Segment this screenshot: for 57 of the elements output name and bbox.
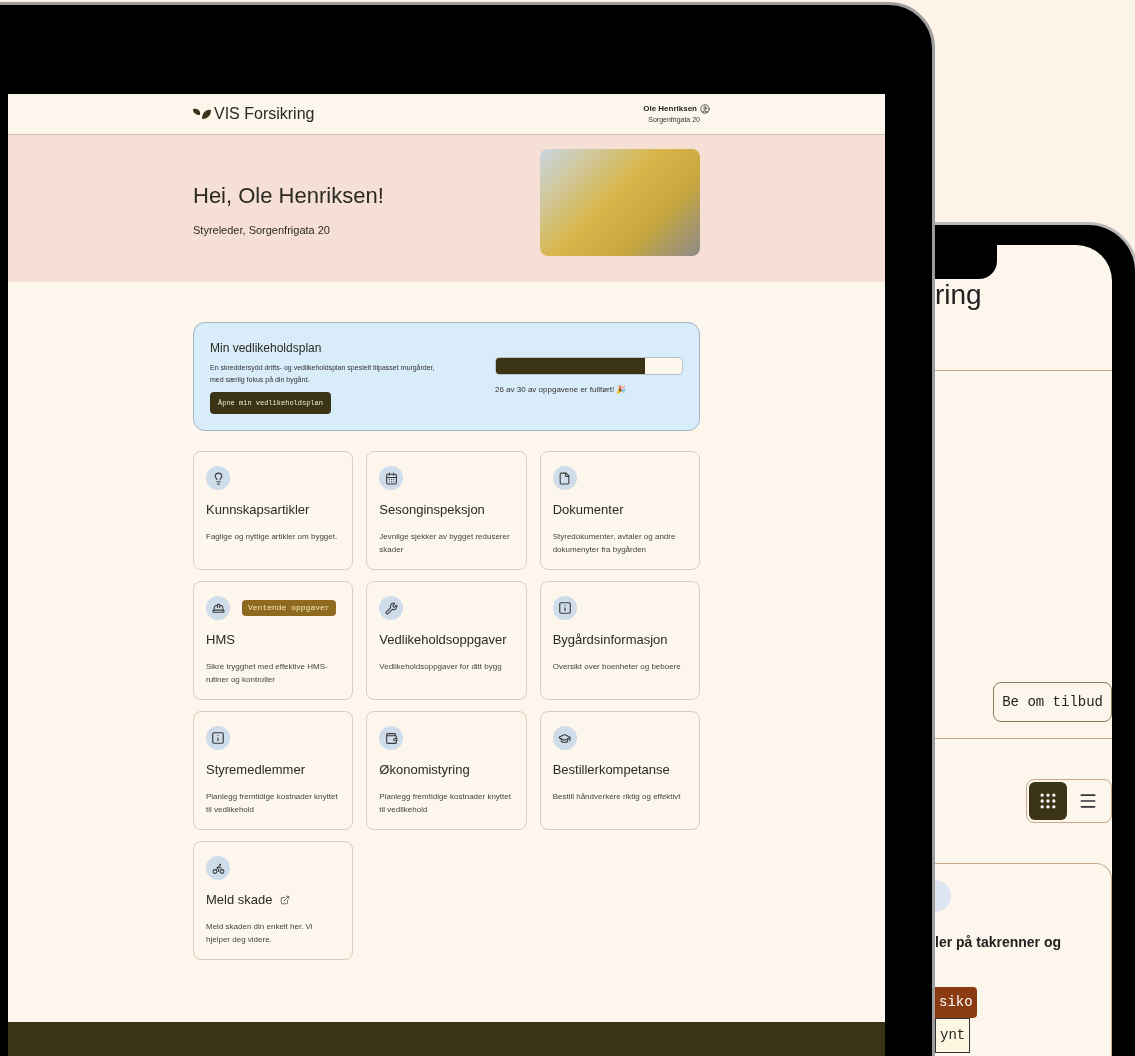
card-title: Sesonginspeksjon: [379, 501, 485, 519]
task-title: ler på takrenner og: [935, 933, 1063, 952]
logo-text: VIS Forsikring: [214, 104, 315, 124]
card-description: Planlegg fremtidige kostnader knyttet til vedlikehold: [379, 790, 512, 816]
service-card[interactable]: Styremedlemmer Planlegg fremtidige kostnader knyttet til vedlikehold: [193, 711, 354, 830]
card-description: Vedlikeholdsoppgaver for ditt bygg: [379, 660, 503, 673]
plan-title: Min vedlikeholdsplan: [210, 340, 323, 357]
lightbulb-icon: [206, 466, 230, 490]
service-card[interactable]: Bygårdsinformasjon Oversikt over boenheter og beboere: [539, 581, 700, 700]
card-title: Kunnskapsartikler: [206, 501, 310, 519]
role-text: Styreleder, Sorgenfrigata 20: [193, 222, 331, 238]
service-card[interactable]: Meld skade Meld skaden din enkelt her. Vi hjelper deg videre.: [193, 841, 354, 960]
calendar-icon: [379, 466, 404, 490]
card-title: Bestillerkompetanse: [552, 761, 670, 779]
grid-view-button[interactable]: [1029, 782, 1067, 820]
bicycle-icon: [206, 856, 230, 880]
card-description: Styredokumenter, avtaler og andre dokumenyter fra bygården: [552, 530, 677, 556]
graduation-cap-icon: [552, 726, 577, 750]
service-card[interactable]: Sesonginspeksjon Jevnlige sjekker av bygget reduserer skader: [366, 451, 527, 570]
greeting: Hei, Ole Henriksen!: [193, 181, 384, 210]
card-title: Styremedlemmer: [206, 761, 305, 779]
card-title: Meld skade: [206, 891, 273, 909]
card-title: Økonomistyring: [379, 761, 470, 779]
pending-badge: Ventende oppgaver: [242, 600, 336, 616]
service-card[interactable]: Bestillerkompetanse Bestill håndverkere riktig og effektivt: [539, 711, 700, 830]
card-description: Bestill håndverkere riktig og effektivt: [552, 790, 682, 803]
wrench-icon: [379, 596, 404, 620]
service-card[interactable]: Dokumenter Styredokumenter, avtaler og andre dokumenyter fra bygården: [539, 451, 700, 570]
card-description: Meld skaden din enkelt her. Vi hjelper deg videre.: [206, 920, 314, 946]
card-title: Bygårdsinformasjon: [552, 631, 668, 649]
document-icon: [552, 466, 577, 490]
card-description: Planlegg fremtidige kostnader knyttet til vedlikehold: [206, 790, 339, 816]
service-card[interactable]: Kunnskapsartikler Faglige og nyttige artikler om bygget.: [193, 451, 354, 570]
task-button[interactable]: ynt: [935, 1018, 971, 1053]
user-name: Ole Henriksen: [643, 102, 697, 115]
info-icon: [206, 726, 230, 750]
service-card[interactable]: Vedlikeholdsoppgaver Vedlikeholdsoppgaver for ditt bygg: [366, 581, 527, 700]
card-description: Oversikt over boenheter og beboere: [552, 660, 682, 673]
service-card[interactable]: Ventende oppgaver HMS Sikre trygghet med effektive HMS-rutiner og kontroller: [193, 581, 354, 700]
progress-text: 26 av 30 av oppgavene er fullført! 🎉: [495, 384, 628, 396]
helmet-icon: [206, 596, 230, 620]
list-icon: [1078, 791, 1098, 811]
card-description: Faglige og nyttige artikler om bygget.: [206, 530, 339, 543]
leaf-logo-icon: [193, 108, 211, 120]
info-icon: [552, 596, 577, 620]
card-title: Dokumenter: [552, 501, 624, 519]
wallet-icon: [379, 726, 404, 750]
logo-text: ring: [935, 279, 982, 310]
risk-tag: siko: [935, 987, 977, 1018]
grid-icon: [1038, 791, 1058, 811]
card-description: Sikre trygghet med effektive HMS-rutiner og kontroller: [206, 660, 329, 686]
card-description: Jevnlige sjekker av bygget reduserer skader: [379, 530, 511, 556]
user-icon[interactable]: [700, 103, 710, 114]
card-title: Vedlikeholdsoppgaver: [379, 631, 507, 649]
quote-button[interactable]: Be om tilbud: [993, 682, 1112, 722]
service-card[interactable]: Økonomistyring Planlegg fremtidige kostnader knyttet til vedlikehold: [366, 711, 527, 830]
card-title: HMS: [206, 631, 235, 649]
